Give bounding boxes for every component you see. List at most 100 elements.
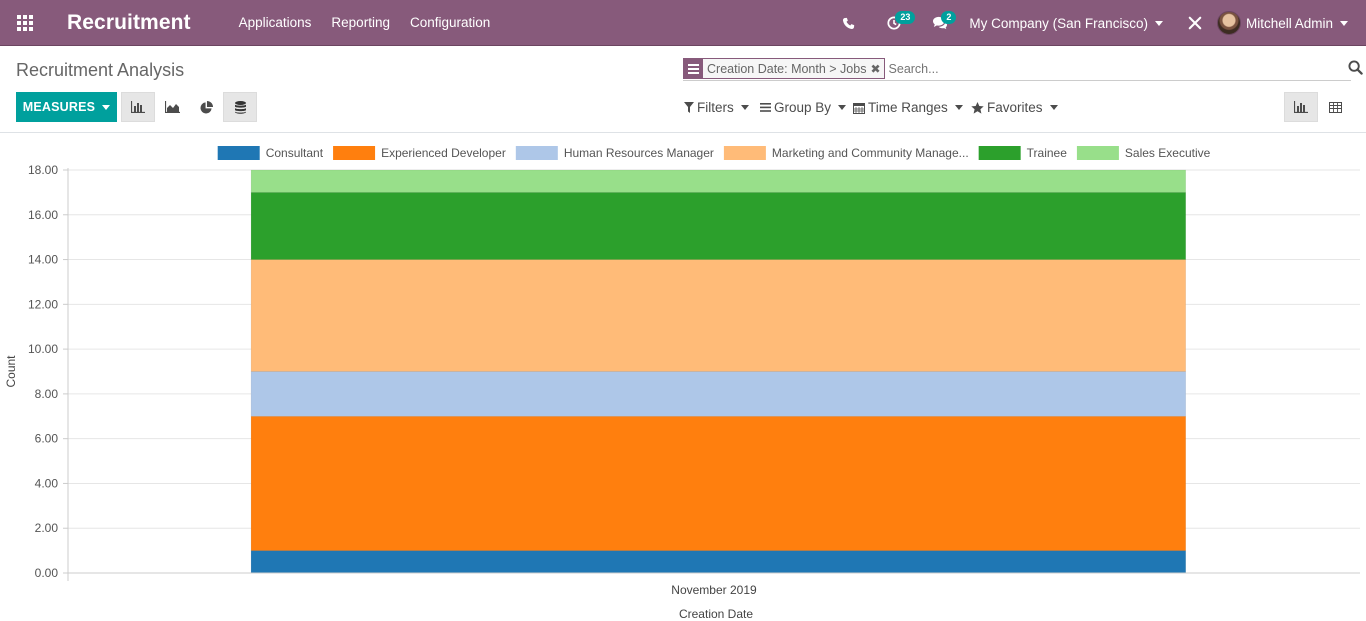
bar-segment <box>250 550 1187 574</box>
favorites-label: Favorites <box>987 100 1043 115</box>
company-name: My Company (San Francisco) <box>969 15 1148 31</box>
database-icon <box>234 100 246 114</box>
x-tick-label: November 2019 <box>671 583 757 597</box>
legend-label: Experienced Developer <box>381 146 506 160</box>
legend-label: Sales Executive <box>1125 146 1211 160</box>
filter-icon <box>684 102 694 113</box>
time-ranges-label: Time Ranges <box>868 100 948 115</box>
user-menu[interactable]: Mitchell Admin <box>1216 11 1348 35</box>
bar-segment <box>250 371 1187 417</box>
caret-down-icon <box>954 105 963 110</box>
caret-down-icon <box>102 104 111 110</box>
y-tick-label: 18.00 <box>28 163 58 177</box>
bar-chart-icon <box>131 101 145 113</box>
search-input[interactable] <box>888 61 1351 76</box>
activities-button[interactable]: 23 <box>871 0 917 46</box>
legend-label: Consultant <box>266 146 324 160</box>
company-switcher[interactable]: My Company (San Francisco) <box>969 16 1163 31</box>
x-axis-title: Creation Date <box>679 607 753 621</box>
y-tick-label: 0.00 <box>35 566 59 580</box>
apps-menu-button[interactable] <box>0 0 50 46</box>
remove-facet-icon[interactable]: ✖ <box>870 59 884 78</box>
legend-item[interactable]: Trainee <box>978 146 1068 160</box>
y-tick-label: 2.00 <box>35 521 59 535</box>
caret-down-icon <box>1340 20 1348 26</box>
table-icon <box>1328 101 1342 113</box>
y-tick-label: 6.00 <box>35 432 59 446</box>
bars-icon <box>760 103 771 112</box>
legend-item[interactable]: Human Resources Manager <box>515 146 714 160</box>
activity-count-badge: 23 <box>895 11 916 24</box>
menu-configuration[interactable]: Configuration <box>410 15 490 30</box>
calendar-icon <box>853 102 865 114</box>
time-ranges-dropdown[interactable]: Time Ranges <box>853 100 963 115</box>
legend-label: Marketing and Community Manage... <box>772 146 969 160</box>
bar-chart-icon <box>1294 101 1308 113</box>
messages-button[interactable]: 2 <box>917 0 963 46</box>
y-tick-label: 12.00 <box>28 297 58 311</box>
legend-swatch <box>217 146 260 160</box>
caret-down-icon <box>1154 20 1163 26</box>
legend-item[interactable]: Experienced Developer <box>333 146 506 160</box>
main-navbar: Recruitment Applications Reporting Confi… <box>0 0 1366 46</box>
group-by-dropdown[interactable]: Group By <box>760 100 847 115</box>
legend-label: Human Resources Manager <box>564 146 714 160</box>
search-icon[interactable] <box>1348 60 1363 80</box>
bar-segment <box>250 259 1187 372</box>
measures-label: MEASURES <box>22 100 96 114</box>
caret-down-icon <box>838 105 847 110</box>
legend-swatch <box>515 146 558 160</box>
user-avatar <box>1216 11 1241 35</box>
legend-swatch <box>978 146 1021 160</box>
measures-button[interactable]: MEASURES <box>16 92 117 122</box>
group-by-facet-icon <box>684 59 703 78</box>
chart-bars <box>250 169 1187 574</box>
y-tick-label: 16.00 <box>28 208 58 222</box>
pie-chart-icon <box>199 100 213 114</box>
message-count-badge: 2 <box>941 11 957 24</box>
legend-item[interactable]: Consultant <box>217 146 324 160</box>
legend-item[interactable]: Sales Executive <box>1076 146 1211 160</box>
stacked-toggle-button[interactable] <box>223 92 257 122</box>
legend-item[interactable]: Marketing and Community Manage... <box>723 146 969 160</box>
favorites-dropdown[interactable]: Favorites <box>971 100 1058 115</box>
search-facet-value: Creation Date: Month > Jobs <box>703 59 871 78</box>
star-icon <box>971 101 984 114</box>
y-tick-label: 14.00 <box>28 253 58 267</box>
chart-legend: Consultant Experienced Developer Human Res… <box>217 146 1211 160</box>
pivot-view-button[interactable] <box>1318 92 1352 122</box>
phone-button[interactable] <box>825 0 871 46</box>
legend-swatch <box>333 146 376 160</box>
page-title: Recruitment Analysis <box>16 60 185 80</box>
legend-label: Trainee <box>1027 146 1068 160</box>
filters-label: Filters <box>697 100 734 115</box>
bar-chart-mode-button[interactable] <box>121 92 155 122</box>
phone-icon <box>842 17 855 29</box>
debug-mode-button[interactable] <box>1177 0 1213 46</box>
legend-swatch <box>1076 146 1119 160</box>
bar-segment <box>250 415 1187 551</box>
search-facet: Creation Date: Month > Jobs ✖ <box>683 58 885 79</box>
search-bar: Creation Date: Month > Jobs ✖ <box>683 57 1363 81</box>
legend-swatch <box>723 146 766 160</box>
crossed-tools-icon <box>1188 16 1202 30</box>
line-chart-mode-button[interactable] <box>155 92 189 122</box>
graph-view-button[interactable] <box>1284 92 1318 122</box>
stacked-bar-chart: Consultant Experienced Developer Human Res… <box>4 146 1360 621</box>
user-name: Mitchell Admin <box>1245 15 1333 31</box>
y-tick-label: 4.00 <box>35 476 59 490</box>
y-axis-title: Count <box>4 355 18 388</box>
menu-applications[interactable]: Applications <box>239 15 312 30</box>
group-by-label: Group By <box>774 100 832 115</box>
bar-segment <box>250 169 1187 193</box>
y-tick-label: 8.00 <box>35 387 59 401</box>
bar-segment <box>250 192 1187 260</box>
filters-dropdown[interactable]: Filters <box>684 100 749 115</box>
app-title[interactable]: Recruitment <box>67 11 191 35</box>
area-chart-icon <box>164 101 180 113</box>
menu-reporting[interactable]: Reporting <box>331 15 390 30</box>
pie-chart-mode-button[interactable] <box>189 92 223 122</box>
caret-down-icon <box>1049 105 1058 110</box>
caret-down-icon <box>740 105 749 110</box>
y-tick-label: 10.00 <box>28 342 58 356</box>
